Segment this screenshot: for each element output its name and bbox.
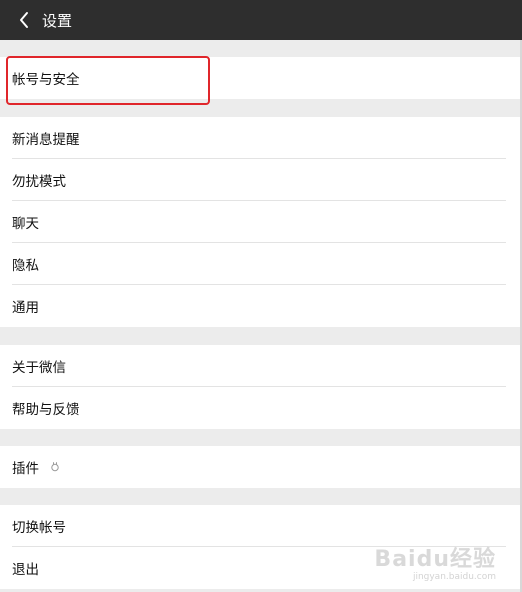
settings-item-label: 退出: [12, 562, 39, 578]
group-about: 关于微信 帮助与反馈: [0, 345, 522, 429]
settings-item-switch-account[interactable]: 切换帐号: [0, 505, 522, 547]
settings-item-label: 聊天: [12, 216, 39, 232]
settings-item-label: 勿扰模式: [12, 174, 66, 190]
settings-item-label: 插件: [12, 461, 39, 477]
page-title: 设置: [42, 11, 73, 30]
settings-item-about[interactable]: 关于微信: [0, 345, 522, 387]
settings-item-plugins[interactable]: 插件: [0, 446, 522, 488]
group-general: 新消息提醒 勿扰模式 聊天 隐私 通用: [0, 117, 522, 327]
settings-item-chat[interactable]: 聊天: [0, 201, 522, 243]
group-plugins: 插件: [0, 446, 522, 488]
highlight-box: [6, 56, 210, 105]
settings-item-label: 关于微信: [12, 360, 66, 376]
settings-item-label: 帮助与反馈: [12, 402, 80, 418]
back-button[interactable]: [8, 0, 40, 40]
watermark-logo: Baidu经验: [374, 547, 496, 572]
settings-item-notifications[interactable]: 新消息提醒: [0, 117, 522, 159]
settings-item-label: 隐私: [12, 258, 39, 274]
settings-item-label: 通用: [12, 300, 39, 316]
settings-item-general[interactable]: 通用: [0, 285, 522, 327]
watermark-url: jingyan.baidu.com: [412, 572, 496, 582]
chevron-left-icon: [20, 12, 28, 28]
settings-item-label: 新消息提醒: [12, 132, 80, 148]
watermark: Baidu经验 jingyan.baidu.com: [374, 549, 496, 582]
plugin-icon: [49, 461, 61, 473]
settings-screen: 设置 帐号与安全 新消息提醒 勿扰模式 聊天 隐私 通用 关于微信 帮助与反馈 …: [0, 0, 522, 592]
settings-item-label: 切换帐号: [12, 520, 66, 536]
settings-item-do-not-disturb[interactable]: 勿扰模式: [0, 159, 522, 201]
top-bar: 设置: [0, 0, 522, 40]
settings-item-privacy[interactable]: 隐私: [0, 243, 522, 285]
settings-item-help-feedback[interactable]: 帮助与反馈: [0, 387, 522, 429]
